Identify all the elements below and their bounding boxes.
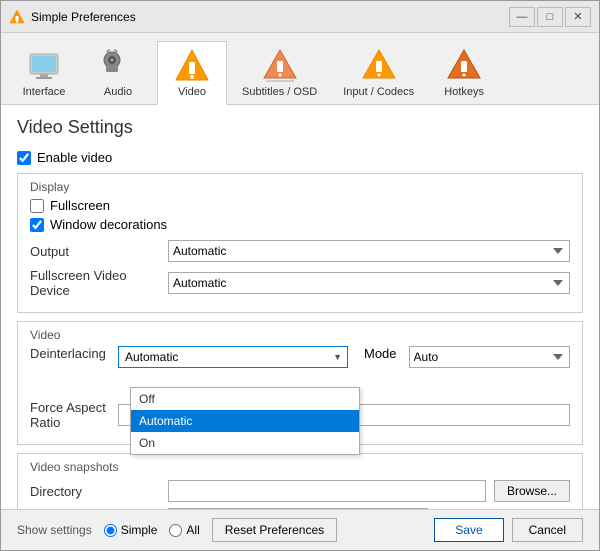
fullscreen-row: Fullscreen [30,198,570,213]
all-radio-row: All [169,523,199,537]
bottom-bar: Show settings Simple All Reset Preferenc… [1,509,599,550]
enable-video-label: Enable video [37,150,112,165]
video-section-label: Video [30,328,570,342]
deinterlacing-select[interactable]: Automatic [118,346,348,368]
output-select[interactable]: Automatic [168,240,570,262]
display-section: Display Fullscreen Window decorations Ou… [17,173,583,313]
deinterlacing-value: Automatic [125,350,178,364]
window-controls: — □ ✕ [509,7,591,27]
tab-hotkeys[interactable]: Hotkeys [429,41,499,104]
deinterlacing-option-on[interactable]: On [131,432,359,454]
interface-tab-label: Interface [23,86,66,98]
close-button[interactable]: ✕ [565,7,591,27]
browse-button[interactable]: Browse... [494,480,570,502]
deinterlacing-option-automatic[interactable]: Automatic [131,410,359,432]
page-title: Video Settings [17,117,583,138]
display-section-label: Display [30,180,570,194]
deinterlacing-row: Deinterlacing Automatic Off Automatic On… [30,346,570,368]
tab-bar: Interface Audio [1,33,599,105]
tab-interface[interactable]: Interface [9,41,79,104]
tab-video[interactable]: Video [157,41,227,105]
save-button[interactable]: Save [434,518,503,542]
force-aspect-ratio-label: Force Aspect Ratio [30,400,110,430]
enable-video-checkbox[interactable] [17,151,31,165]
output-row: Output Automatic [30,240,570,262]
interface-icon [26,48,62,84]
deinterlacing-wrapper: Automatic Off Automatic On [118,346,348,368]
settings-radio-group: Simple All [104,523,200,537]
simple-radio-row: Simple [104,523,158,537]
maximize-button[interactable]: □ [537,7,563,27]
audio-tab-label: Audio [104,86,132,98]
input-tab-label: Input / Codecs [343,86,414,98]
show-settings-label: Show settings [17,523,92,537]
window-title: Simple Preferences [31,10,509,24]
window-decorations-label: Window decorations [50,217,167,232]
fullscreen-device-label: Fullscreen Video Device [30,268,160,298]
deinterlacing-option-off[interactable]: Off [131,388,359,410]
mode-select[interactable]: Auto [409,346,570,368]
fullscreen-device-select[interactable]: Automatic [168,272,570,294]
directory-input[interactable] [168,480,486,502]
simple-label: Simple [121,523,158,537]
minimize-button[interactable]: — [509,7,535,27]
window-decorations-checkbox[interactable] [30,218,44,232]
output-label: Output [30,244,160,259]
enable-video-row: Enable video [17,150,583,165]
cancel-button[interactable]: Cancel [512,518,583,542]
all-radio[interactable] [169,524,182,537]
tab-input[interactable]: Input / Codecs [332,41,425,104]
app-icon [9,9,25,25]
main-window: Simple Preferences — □ ✕ Interface [0,0,600,551]
subtitles-tab-label: Subtitles / OSD [242,86,317,98]
audio-icon [100,48,136,84]
deinterlacing-dropdown: Off Automatic On [130,387,360,455]
input-icon [361,48,397,84]
directory-row: Directory Browse... [30,480,570,502]
subtitles-icon [262,48,298,84]
simple-radio[interactable] [104,524,117,537]
window-decorations-row: Window decorations [30,217,570,232]
video-icon [174,48,210,84]
directory-label: Directory [30,484,160,499]
prefix-input[interactable] [168,508,428,509]
video-section: Video Deinterlacing Automatic Off Automa… [17,321,583,445]
main-content: Video Settings Enable video Display Full… [1,105,599,509]
video-tab-label: Video [178,86,206,98]
snapshots-section-label: Video snapshots [30,460,570,474]
mode-label: Mode [364,346,397,361]
snapshots-section: Video snapshots Directory Browse... Pref… [17,453,583,509]
deinterlacing-label: Deinterlacing [30,346,110,361]
tab-audio[interactable]: Audio [83,41,153,104]
fullscreen-checkbox[interactable] [30,199,44,213]
reset-button[interactable]: Reset Preferences [212,518,337,542]
title-bar: Simple Preferences — □ ✕ [1,1,599,33]
hotkeys-tab-label: Hotkeys [444,86,484,98]
prefix-row: Prefix Sequential numbering [30,508,570,509]
hotkeys-icon [446,48,482,84]
tab-subtitles[interactable]: Subtitles / OSD [231,41,328,104]
fullscreen-device-row: Fullscreen Video Device Automatic [30,268,570,298]
all-label: All [186,523,199,537]
fullscreen-label: Fullscreen [50,198,110,213]
